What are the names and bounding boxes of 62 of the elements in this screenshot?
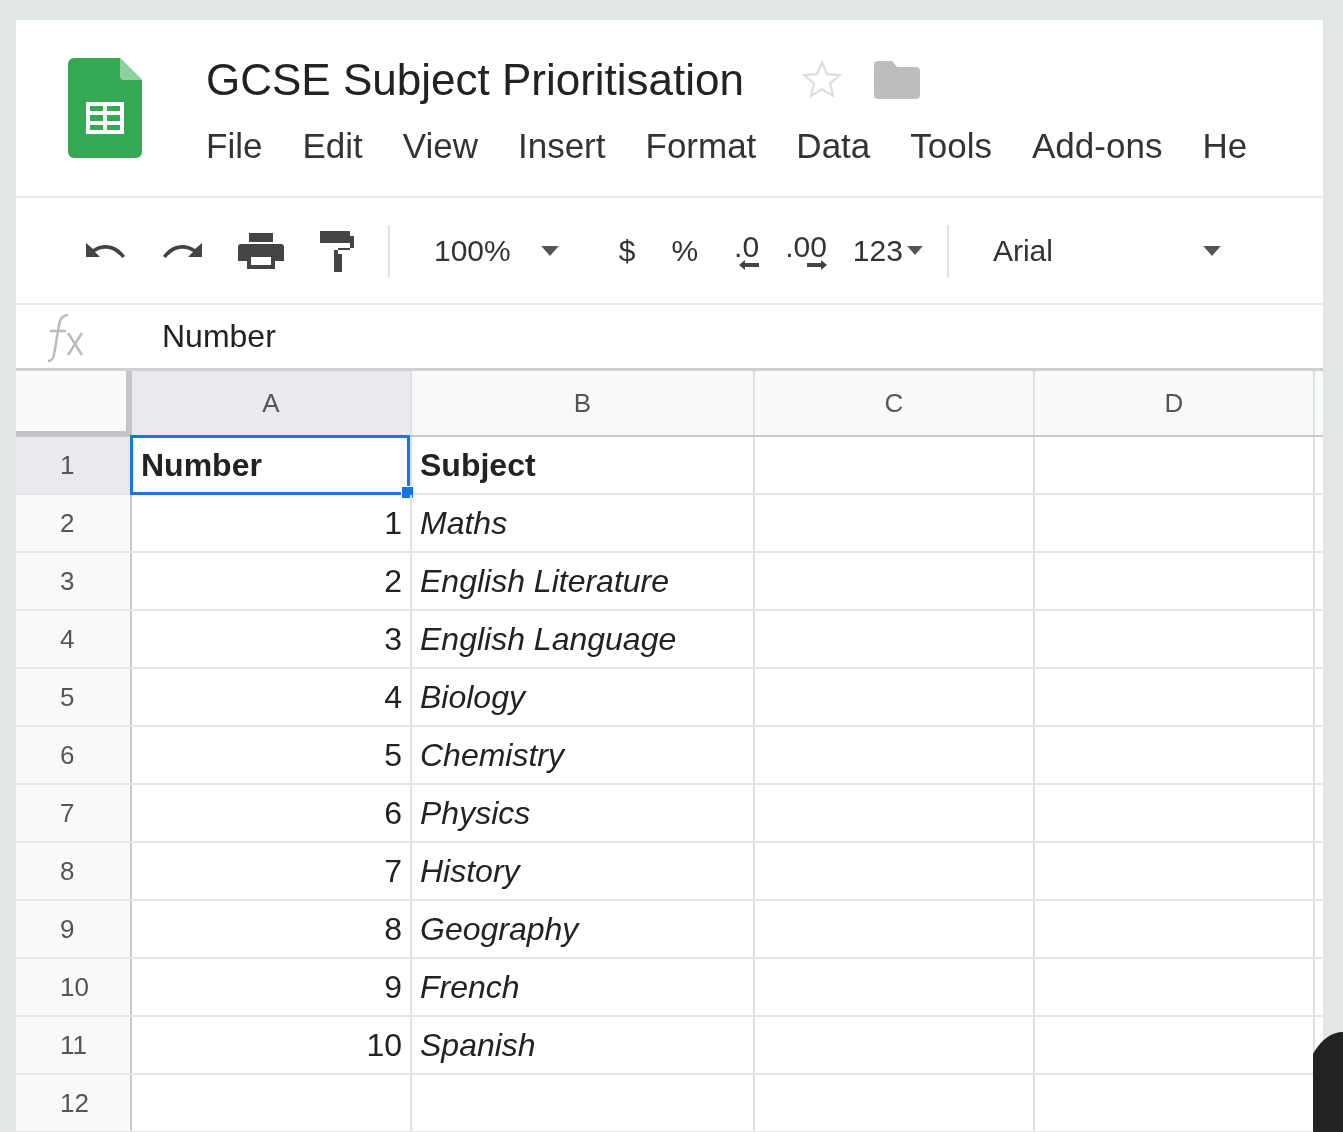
- spreadsheet-logo-icon[interactable]: [68, 58, 142, 158]
- row-header[interactable]: 10: [16, 959, 132, 1015]
- table-cell[interactable]: English Literature: [412, 553, 753, 609]
- row-header[interactable]: 8: [16, 843, 132, 899]
- table-cell[interactable]: 9: [132, 959, 410, 1015]
- row-header[interactable]: 1: [16, 437, 132, 493]
- table-cell[interactable]: Spanish: [412, 1017, 753, 1073]
- row-header[interactable]: 4: [16, 611, 132, 667]
- menu-item[interactable]: Insert: [517, 126, 606, 166]
- menu-item[interactable]: File: [206, 126, 263, 166]
- menu-item[interactable]: He: [1202, 126, 1248, 166]
- table-cell[interactable]: English Language: [412, 611, 753, 667]
- table-cell[interactable]: 3: [132, 611, 410, 667]
- table-cell[interactable]: Physics: [412, 785, 753, 841]
- document-title[interactable]: GCSE Subject Prioritisation: [206, 55, 744, 105]
- print-icon[interactable]: [238, 230, 284, 271]
- table-cell[interactable]: 2: [132, 553, 410, 609]
- decrease-decimals-button[interactable]: .0: [734, 231, 760, 270]
- row-header[interactable]: 5: [16, 669, 132, 725]
- zoom-dropdown[interactable]: 100%: [434, 233, 511, 268]
- menu-item[interactable]: Tools: [910, 126, 992, 166]
- table-cell[interactable]: 1: [132, 495, 410, 551]
- currency-button[interactable]: $: [618, 233, 636, 268]
- table-cell[interactable]: Maths: [412, 495, 753, 551]
- row-header[interactable]: 6: [16, 727, 132, 783]
- column-header[interactable]: A: [132, 371, 412, 435]
- row-header[interactable]: 2: [16, 495, 132, 551]
- row-header[interactable]: 7: [16, 785, 132, 841]
- menu-item[interactable]: Edit: [302, 126, 363, 166]
- table-cell[interactable]: French: [412, 959, 753, 1015]
- column-header[interactable]: C: [755, 371, 1035, 435]
- table-cell[interactable]: History: [412, 843, 753, 899]
- row-header[interactable]: 3: [16, 553, 132, 609]
- caret-icon[interactable]: [1202, 245, 1221, 256]
- table-cell[interactable]: 5: [132, 727, 410, 783]
- table-cell[interactable]: 7: [132, 843, 410, 899]
- table-cell[interactable]: 8: [132, 901, 410, 957]
- table-cell[interactable]: Subject: [412, 437, 753, 493]
- row-header[interactable]: 11: [16, 1017, 132, 1073]
- table-cell[interactable]: Geography: [412, 901, 753, 957]
- caret-icon[interactable]: [540, 245, 559, 256]
- menu-item[interactable]: Format: [645, 126, 757, 166]
- arrow-icon: [806, 259, 827, 270]
- column-header[interactable]: B: [412, 371, 755, 435]
- arrow-icon: [739, 259, 760, 270]
- table-cell[interactable]: 6: [132, 785, 410, 841]
- menu-item[interactable]: Add-ons: [1032, 126, 1163, 166]
- menu-item[interactable]: View: [402, 126, 478, 166]
- table-cell[interactable]: Chemistry: [412, 727, 753, 783]
- table-cell[interactable]: 10: [132, 1017, 410, 1073]
- row-header[interactable]: 12: [16, 1075, 132, 1131]
- column-header[interactable]: D: [1035, 371, 1315, 435]
- font-dropdown[interactable]: Arial: [992, 233, 1053, 268]
- percent-button[interactable]: %: [671, 233, 699, 268]
- caret-icon: [906, 246, 923, 255]
- more-formats-dropdown[interactable]: 123: [852, 233, 923, 268]
- formula-field[interactable]: Number: [162, 318, 276, 355]
- row-header[interactable]: 9: [16, 901, 132, 957]
- increase-decimals-button[interactable]: .00: [785, 231, 827, 270]
- menu-item[interactable]: Data: [796, 126, 871, 166]
- table-cell[interactable]: Biology: [412, 669, 753, 725]
- table-cell[interactable]: 4: [132, 669, 410, 725]
